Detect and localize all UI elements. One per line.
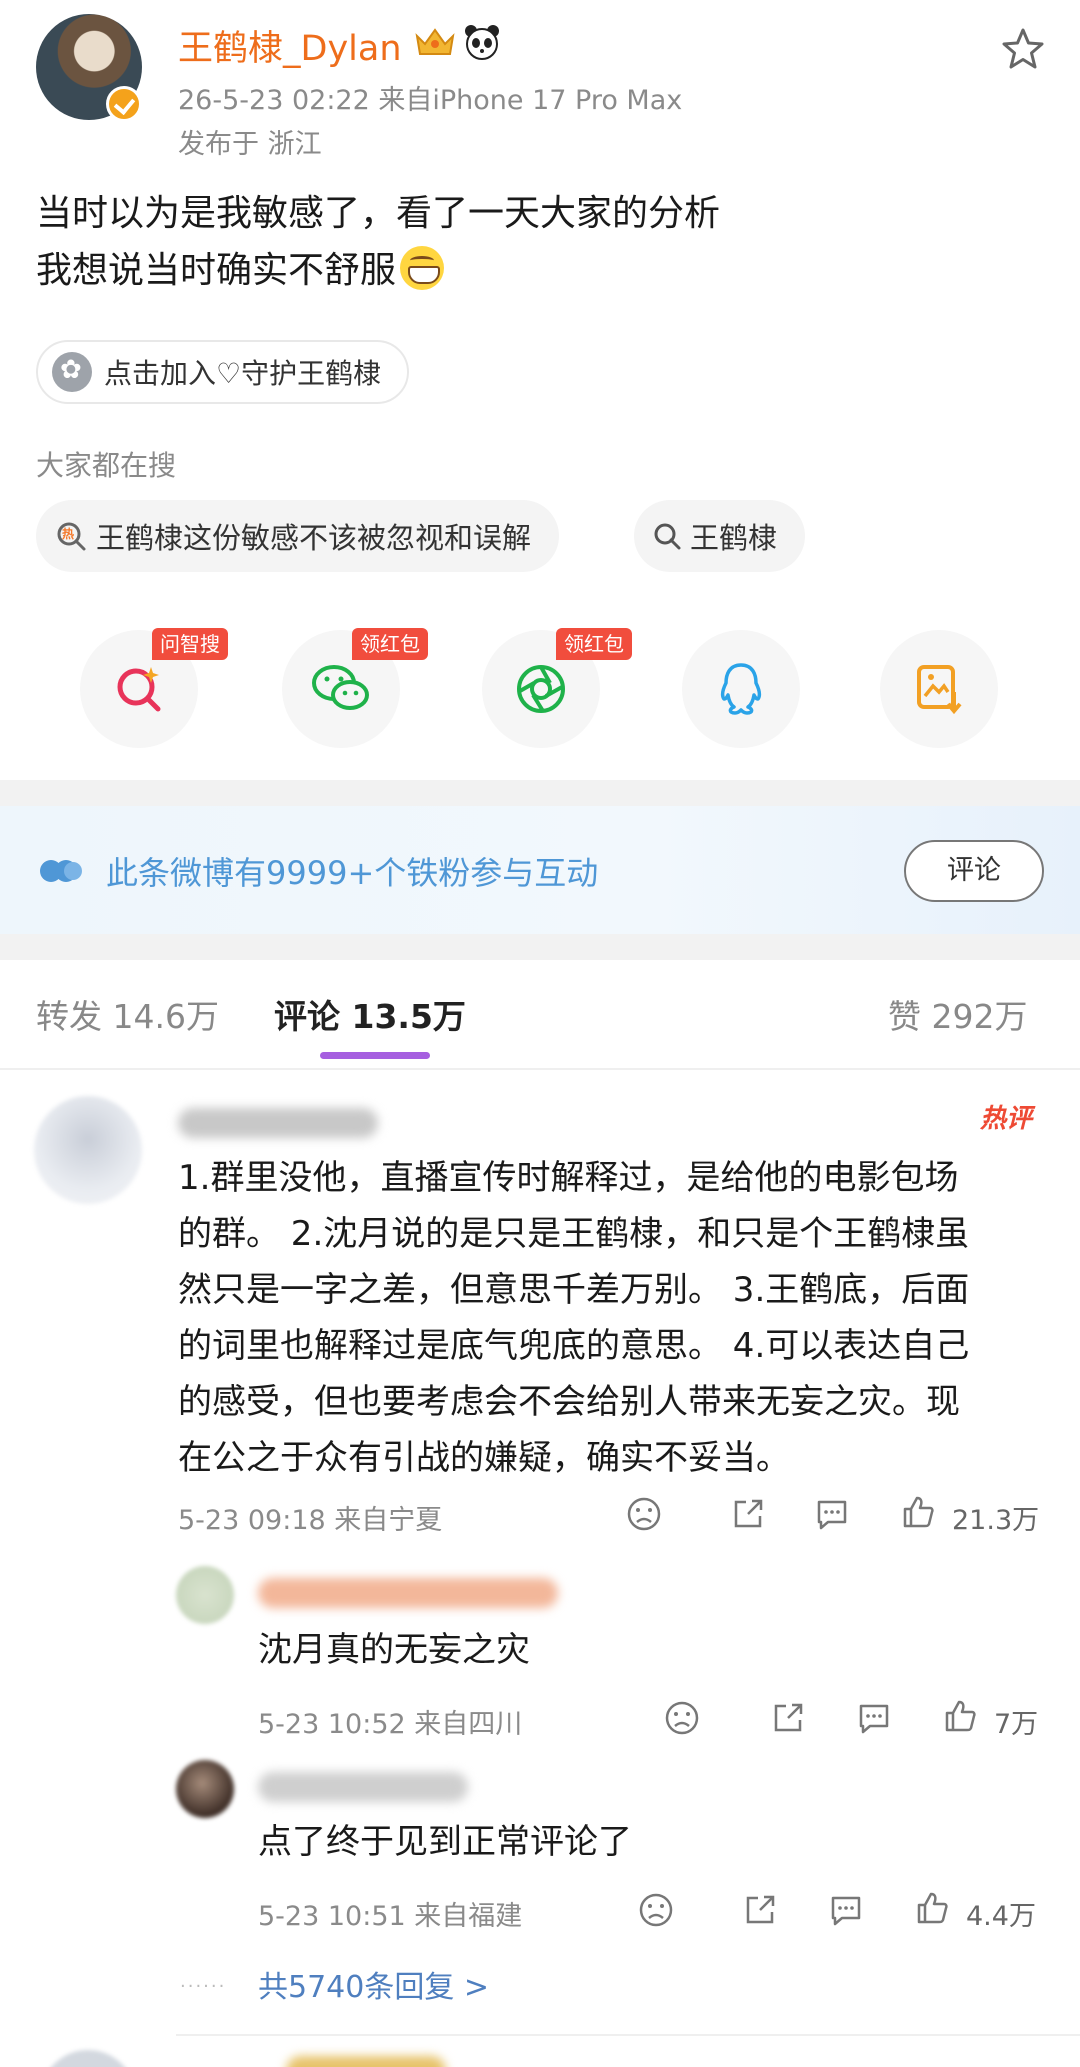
moments-icon [517, 665, 565, 713]
comment-text-line: 1.群里没他，直播宣传时解释过，是给他的电影包场 [178, 1158, 959, 1198]
comment-button[interactable]: 评论 [904, 840, 1044, 902]
flower-icon [52, 352, 92, 392]
tab-active-indicator [320, 1052, 430, 1059]
share-icon[interactable] [730, 1496, 766, 1532]
search-chip-1-label: 王鹤棣这份敏感不该被忽视和误解 [96, 521, 532, 555]
dislike-face-icon[interactable] [638, 1892, 674, 1928]
reply-icon[interactable] [814, 1496, 850, 1532]
reply-text: 点了终于见到正常评论了 [258, 1822, 632, 1862]
share-badge-3: 领红包 [556, 628, 632, 660]
more-replies-link[interactable]: 共5740条回复 > [258, 1962, 489, 2006]
comment-meta: 5-23 09:18 来自宁夏 [178, 1505, 443, 1536]
search-icon [654, 523, 681, 550]
tab-likes[interactable]: 赞 292万 [888, 990, 1027, 1038]
hot-comment-badge: 热评 [980, 1104, 1033, 1134]
favorite-star-icon[interactable] [1000, 26, 1046, 72]
section-divider [0, 780, 1080, 806]
reply-text: 沈月真的无妄之灾 [258, 1630, 530, 1670]
comment-text-line: 在公之于众有引战的嫌疑，确实不妥当。 [178, 1438, 790, 1478]
dislike-face-icon[interactable] [626, 1496, 662, 1532]
crown-badge-icon [415, 28, 455, 55]
section-divider [0, 934, 1080, 960]
share-icon[interactable] [742, 1892, 778, 1928]
like-thumb-icon[interactable] [942, 1698, 978, 1734]
reply-avatar[interactable] [176, 1760, 234, 1818]
tab-repost[interactable]: 转发 14.6万 [36, 990, 219, 1038]
qq-icon [720, 663, 762, 715]
share-qq-button[interactable] [682, 630, 800, 748]
next-commenter-name[interactable] [286, 2056, 446, 2067]
comment-text-line: 然只是一字之差，但意思千差万别。 3.王鹤底，后面 [178, 1270, 970, 1310]
grin-emoji-icon [400, 246, 445, 290]
reply-meta: 5-23 10:51 来自福建 [258, 1901, 523, 1932]
share-badge-2: 领红包 [352, 628, 428, 660]
ai-search-icon [117, 667, 161, 712]
share-save-image-button[interactable] [880, 630, 998, 748]
search-chip-2-label: 王鹤棣 [690, 521, 778, 555]
like-thumb-icon[interactable] [900, 1494, 936, 1530]
guard-join-button[interactable]: 点击加入♡守护王鹤棣 [36, 340, 410, 404]
reply-icon[interactable] [828, 1892, 864, 1928]
fans-cloud-icon [40, 860, 82, 882]
dislike-face-icon[interactable] [664, 1700, 700, 1736]
commenter-avatar[interactable] [34, 1096, 142, 1204]
reply-thread-dots: ······ [180, 1976, 227, 1997]
author-name[interactable]: 王鹤棣_Dylan [178, 20, 402, 71]
post-location: 发布于 浙江 [178, 129, 322, 160]
hot-search-icon: 热 [57, 522, 86, 551]
panda-icon [465, 25, 499, 60]
verified-badge-icon [106, 86, 142, 122]
comment-text-line: 的群。 2.沈月说的是只是王鹤棣，和只是个王鹤棣虽 [178, 1214, 970, 1254]
comment-text-line: 的感受，但也要考虑会不会给别人带来无妄之灾。现 [178, 1382, 960, 1422]
post-time-device: 26-5-23 02:22 来自iPhone 17 Pro Max [178, 85, 683, 116]
reply-meta: 5-23 10:52 来自四川 [258, 1709, 523, 1740]
post-text-line-1: 当时以为是我敏感了，看了一天大家的分析 [36, 193, 721, 234]
save-image-icon [917, 665, 962, 715]
reply-avatar[interactable] [176, 1566, 234, 1624]
guard-join-label: 点击加入♡守护王鹤棣 [104, 357, 382, 390]
like-count: 7万 [994, 1709, 1039, 1740]
search-chip-1[interactable]: 热 王鹤棣这份敏感不该被忽视和误解 [36, 500, 560, 572]
wechat-icon [312, 665, 369, 710]
reply-icon[interactable] [856, 1700, 892, 1736]
commenter-name[interactable] [178, 1108, 378, 1138]
reply-author-name[interactable] [258, 1578, 558, 1608]
share-badge-1: 问智搜 [152, 628, 228, 660]
like-count: 21.3万 [952, 1505, 1040, 1536]
like-thumb-icon[interactable] [914, 1890, 950, 1926]
hot-search-title: 大家都在搜 [36, 449, 177, 482]
tabs-divider [0, 1068, 1080, 1070]
tab-comments[interactable]: 评论 13.5万 [274, 990, 466, 1038]
next-commenter-avatar[interactable] [40, 2050, 136, 2067]
like-count: 4.4万 [966, 1901, 1036, 1932]
share-icon[interactable] [770, 1700, 806, 1736]
fans-banner-text: 此条微博有9999+个铁粉参与互动 [106, 854, 599, 892]
comment-text-line: 的词里也解释过是底气兜底的意思。 4.可以表达自己 [178, 1326, 970, 1366]
svg-text:热: 热 [62, 526, 74, 541]
reply-author-name[interactable] [258, 1772, 468, 1802]
comment-divider [176, 2034, 1080, 2036]
post-text-line-2: 我想说当时确实不舒服 [36, 246, 445, 295]
search-chip-2[interactable]: 王鹤棣 [634, 500, 806, 572]
